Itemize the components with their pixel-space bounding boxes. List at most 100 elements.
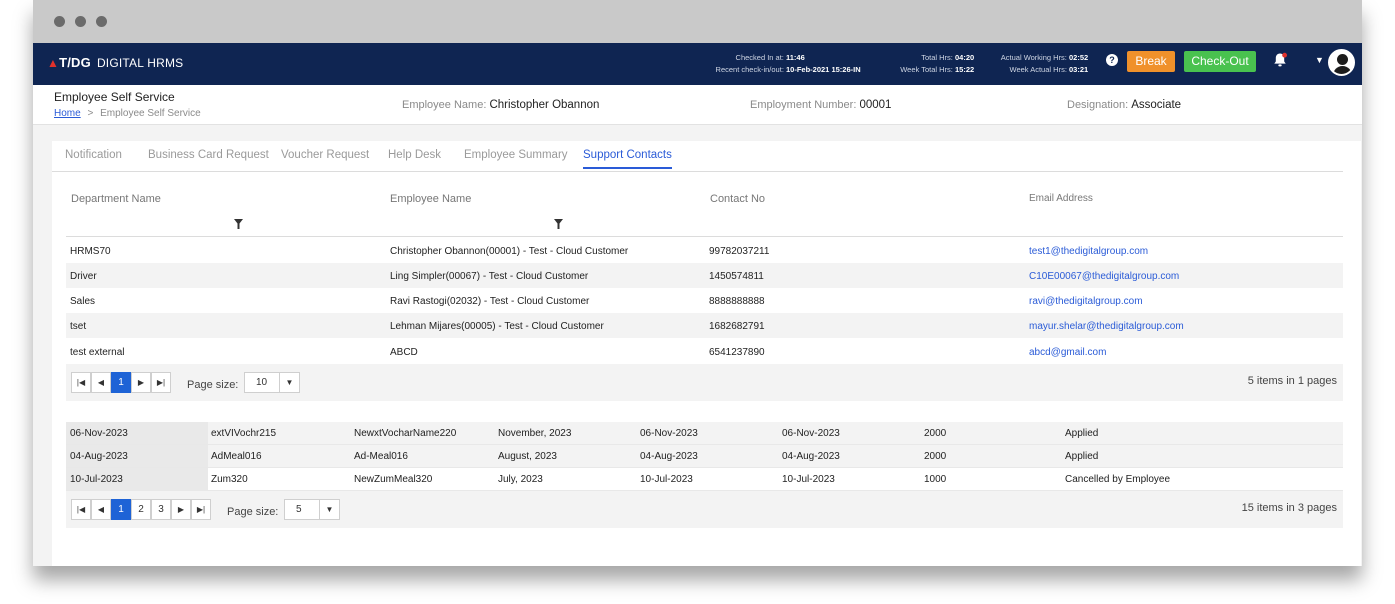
cell-department: tset: [70, 321, 87, 332]
column-header-department[interactable]: Department Name: [71, 193, 161, 205]
tab-employee-summary[interactable]: Employee Summary: [464, 149, 568, 161]
tab-help-desk[interactable]: Help Desk: [388, 149, 441, 161]
page-size-label: Page size:: [187, 379, 239, 391]
prev-page-icon[interactable]: ◀: [91, 372, 111, 393]
table-row[interactable]: test external ABCD 6541237890 abcd@gmail…: [66, 339, 1343, 364]
table-row[interactable]: 10-Jul-2023 Zum320 NewZumMeal320 July, 2…: [66, 468, 1343, 491]
recent-checkin-label: Recent check-in/out:: [715, 65, 784, 74]
cell-email-link[interactable]: ravi@thedigitalgroup.com: [1029, 296, 1143, 307]
chevron-down-icon[interactable]: ▼: [1315, 55, 1324, 65]
bell-icon[interactable]: [1272, 52, 1288, 68]
cell-voucher-name: NewxtVocharName220: [354, 428, 457, 439]
pager-summary: 5 items in 1 pages: [1247, 375, 1337, 387]
window-dot-icon: [54, 16, 65, 27]
help-icon[interactable]: ?: [1106, 54, 1118, 66]
cell-date: 04-Aug-2023: [66, 445, 208, 467]
recent-checkin-value: 10-Feb-2021 15:26-IN: [786, 65, 861, 74]
pager-summary: 15 items in 3 pages: [1241, 502, 1337, 514]
cell-voucher-code: Zum320: [211, 474, 248, 485]
cell-from-date: 06-Nov-2023: [640, 428, 698, 439]
tab-business-card-request[interactable]: Business Card Request: [148, 149, 269, 161]
cell-department: HRMS70: [70, 246, 111, 257]
cell-email-link[interactable]: test1@thedigitalgroup.com: [1029, 246, 1148, 257]
cell-employee-name: Ling Simpler(00067) - Test - Cloud Custo…: [390, 271, 589, 282]
cell-month: August, 2023: [498, 451, 557, 462]
cell-email-link[interactable]: abcd@gmail.com: [1029, 347, 1106, 358]
cell-email-link[interactable]: C10E00067@thedigitalgroup.com: [1029, 271, 1179, 282]
breadcrumb-current: Employee Self Service: [100, 108, 201, 119]
filter-icon[interactable]: [234, 219, 243, 229]
window-dot-icon: [96, 16, 107, 27]
cell-amount: 2000: [924, 428, 947, 439]
designation-info: Designation: Associate: [1067, 99, 1181, 111]
actual-hrs-label: Actual Working Hrs:: [1000, 53, 1067, 62]
cell-status: Applied: [1065, 428, 1099, 439]
week-total-value: 15:22: [955, 65, 975, 74]
cell-amount: 2000: [924, 451, 947, 462]
table-row[interactable]: HRMS70 Christopher Obannon(00001) - Test…: [66, 238, 1343, 263]
window-chrome: [33, 0, 1362, 43]
next-page-icon[interactable]: ▶: [171, 499, 191, 520]
cell-contact-no: 99782037211: [709, 246, 770, 257]
page-number-button[interactable]: 1: [111, 499, 131, 520]
total-hrs-label: Total Hrs:: [921, 53, 953, 62]
filter-icon[interactable]: [554, 219, 563, 229]
cell-contact-no: 8888888888: [709, 296, 765, 307]
window-dot-icon: [75, 16, 86, 27]
page-size-select[interactable]: 5 ▼: [284, 499, 340, 520]
chevron-down-icon[interactable]: ▼: [279, 373, 299, 392]
table-row[interactable]: Sales Ravi Rastogi(02032) - Test - Cloud…: [66, 288, 1343, 313]
cell-to-date: 06-Nov-2023: [782, 428, 840, 439]
employment-number-info: Employment Number: 00001: [750, 99, 891, 111]
tab-voucher-request[interactable]: Voucher Request: [281, 149, 369, 161]
page-size-value: 10: [256, 377, 268, 388]
first-page-icon[interactable]: |◀: [71, 372, 91, 393]
cell-department: Driver: [70, 271, 97, 282]
cell-department: Sales: [70, 296, 96, 307]
app-window: ▲T/DG DIGITAL HRMS Checked In at: 11:46 R…: [33, 0, 1362, 566]
first-page-icon[interactable]: |◀: [71, 499, 91, 520]
last-page-icon[interactable]: ▶|: [191, 499, 211, 520]
avatar[interactable]: [1328, 49, 1355, 76]
tab-support-contacts[interactable]: Support Contacts: [583, 149, 672, 169]
table-row[interactable]: 06-Nov-2023 extVIVochr215 NewxtVocharNam…: [66, 422, 1343, 445]
column-header-employee-name[interactable]: Employee Name: [390, 193, 471, 205]
breadcrumb-home-link[interactable]: Home: [54, 108, 81, 119]
page-size-value: 5: [296, 504, 302, 515]
cell-contact-no: 1450574811: [709, 271, 764, 282]
table-row[interactable]: tset Lehman Mijares(00005) - Test - Clou…: [66, 313, 1343, 338]
prev-page-icon[interactable]: ◀: [91, 499, 111, 520]
next-page-icon[interactable]: ▶: [131, 372, 151, 393]
column-header-email[interactable]: Email Address: [1029, 193, 1093, 204]
page-number-button[interactable]: 2: [131, 499, 151, 520]
cell-email-link[interactable]: mayur.shelar@thedigitalgroup.com: [1029, 321, 1184, 332]
cell-voucher-code: AdMeal016: [211, 451, 262, 462]
cell-amount: 1000: [924, 474, 947, 485]
cell-employee-name: Lehman Mijares(00005) - Test - Cloud Cus…: [390, 321, 604, 332]
cell-employee-name: ABCD: [390, 347, 418, 358]
page-number-button[interactable]: 3: [151, 499, 171, 520]
chevron-down-icon[interactable]: ▼: [319, 500, 339, 519]
cell-employee-name: Ravi Rastogi(02032) - Test - Cloud Custo…: [390, 296, 590, 307]
last-page-icon[interactable]: ▶|: [151, 372, 171, 393]
tab-notification[interactable]: Notification: [65, 149, 122, 161]
page-title: Employee Self Service: [54, 90, 175, 104]
page-number-button[interactable]: 1: [111, 372, 131, 393]
tab-bar: Notification Business Card Request Vouch…: [52, 141, 1343, 172]
app-logo[interactable]: ▲T/DG DIGITAL HRMS: [47, 55, 183, 70]
brand-name: T/DG: [59, 55, 91, 70]
cell-voucher-name: Ad-Meal016: [354, 451, 408, 462]
table-row[interactable]: 04-Aug-2023 AdMeal016 Ad-Meal016 August,…: [66, 445, 1343, 468]
week-actual-value: 03:21: [1069, 65, 1089, 74]
week-actual-label: Week Actual Hrs:: [1009, 65, 1067, 74]
table-row[interactable]: Driver Ling Simpler(00067) - Test - Clou…: [66, 263, 1343, 288]
total-hrs-value: 04:20: [955, 53, 975, 62]
break-button[interactable]: Break: [1127, 51, 1175, 72]
voucher-pager: |◀ ◀ 1 2 3 ▶ ▶| Page size: 5 ▼ 15 items …: [66, 491, 1343, 528]
checkout-button[interactable]: Check-Out: [1184, 51, 1256, 72]
check-in-status: Checked In at: 11:46 Recent check-in/out…: [673, 52, 871, 76]
cell-date: 06-Nov-2023: [66, 422, 208, 444]
contacts-pager: |◀ ◀ 1 ▶ ▶| Page size: 10 ▼ 5 items in 1…: [66, 364, 1343, 401]
column-header-contact-no[interactable]: Contact No: [710, 193, 765, 205]
page-size-select[interactable]: 10 ▼: [244, 372, 300, 393]
